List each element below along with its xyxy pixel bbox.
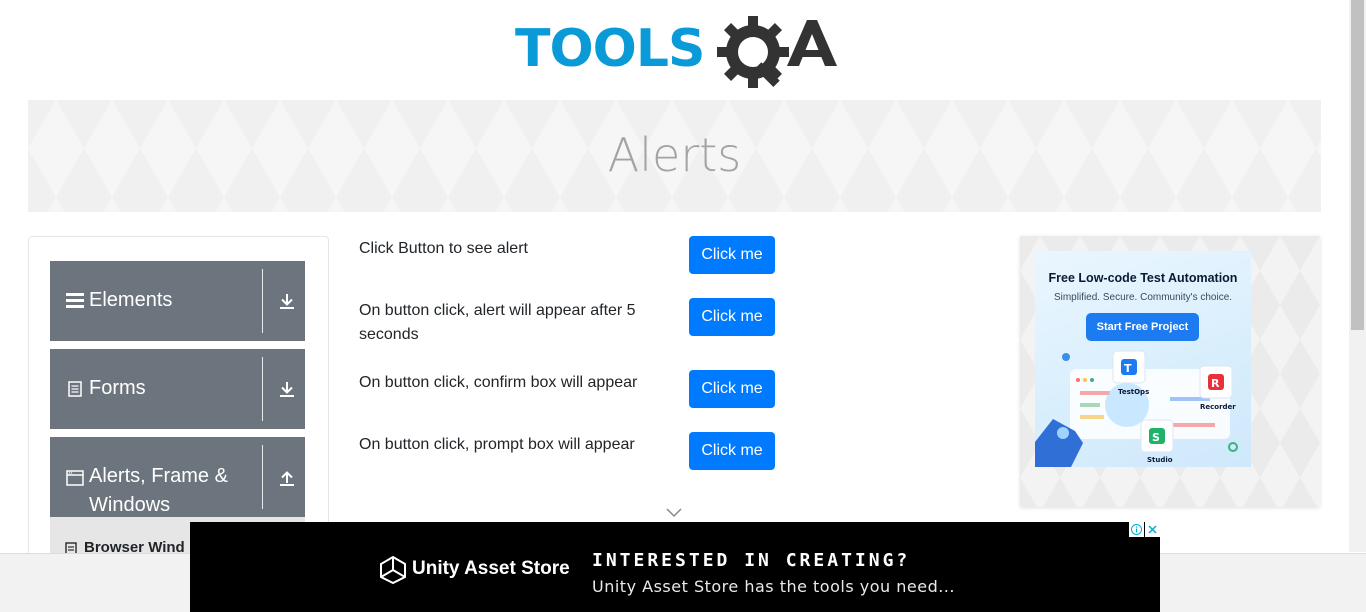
timer-alert-row-text: On button click, alert will appear after… xyxy=(359,302,636,343)
alert-button[interactable]: Click me xyxy=(689,236,775,274)
chevron-down-icon[interactable] xyxy=(666,508,682,518)
recorder-label: Recorder xyxy=(1200,403,1236,411)
divider xyxy=(262,269,263,333)
page: TOOLS Alerts Elements Forms Alerts, Fram… xyxy=(0,0,1366,612)
upload-arrow-icon[interactable] xyxy=(277,468,297,488)
svg-text:S: S xyxy=(1152,431,1160,444)
scrollbar-thumb[interactable] xyxy=(1351,0,1364,330)
alert-row-text: Click Button to see alert xyxy=(359,240,528,257)
page-title: Alerts xyxy=(607,128,742,182)
ad-title: Free Low-code Test Automation xyxy=(1048,271,1238,285)
download-arrow-icon[interactable] xyxy=(277,379,297,399)
svg-text:R: R xyxy=(1211,377,1220,390)
sidebar-group-forms[interactable]: Forms xyxy=(50,349,305,429)
ad-card[interactable]: Free Low-code Test Automation Simplified… xyxy=(1035,251,1251,467)
studio-label: Studio xyxy=(1147,456,1173,464)
ad-close-icon[interactable] xyxy=(1145,522,1160,537)
ad-info-icon[interactable] xyxy=(1129,522,1144,537)
sidebar: Elements Forms Alerts, Frame & Windows B… xyxy=(28,236,329,556)
sidebar-group-label-line1: Alerts, Frame & xyxy=(89,465,228,487)
ad-subtitle: Simplified. Secure. Community's choice. xyxy=(1053,292,1233,303)
confirm-row-text: On button click, confirm box will appear xyxy=(359,374,638,391)
advertisement-bottom[interactable]: Unity Asset Store INTERESTED IN CREATING… xyxy=(190,522,1160,612)
browser-window-icon xyxy=(66,469,84,487)
sidebar-group-label-line2: Windows xyxy=(89,494,171,516)
sidebar-group-alerts-frame-windows[interactable]: Alerts, Frame & Windows xyxy=(50,437,305,517)
unity-brand-label: Unity Asset Store xyxy=(412,558,570,579)
sidebar-group-label: Forms xyxy=(89,377,146,399)
advertisement-right[interactable]: Free Low-code Test Automation Simplified… xyxy=(1020,236,1320,507)
divider xyxy=(262,445,263,509)
prompt-button[interactable]: Click me xyxy=(689,432,775,470)
timer-alert-button[interactable]: Click me xyxy=(689,298,775,336)
document-icon xyxy=(66,380,84,398)
prompt-row-text: On button click, prompt box will appear xyxy=(359,436,635,453)
svg-text:TOOLS: TOOLS xyxy=(515,19,704,79)
unity-logo-icon xyxy=(380,556,406,584)
ad-tagline: Unity Asset Store has the tools you need… xyxy=(592,577,955,596)
sidebar-group-label: Elements xyxy=(89,289,173,311)
page-banner: Alerts xyxy=(28,100,1321,212)
confirm-button[interactable]: Click me xyxy=(689,370,775,408)
divider xyxy=(262,357,263,421)
testops-label: TestOps xyxy=(1118,388,1149,396)
download-arrow-icon[interactable] xyxy=(277,291,297,311)
svg-text:T: T xyxy=(1124,362,1132,375)
start-free-project-button[interactable]: Start Free Project xyxy=(1086,313,1199,341)
ad-illustration: T TestOps R Recorder S Studio xyxy=(1035,350,1238,467)
ad-headline: INTERESTED IN CREATING? xyxy=(592,550,911,571)
toolsqa-logo[interactable]: TOOLS xyxy=(515,14,840,92)
sidebar-group-elements[interactable]: Elements xyxy=(50,261,305,341)
hamburger-icon xyxy=(66,291,84,309)
